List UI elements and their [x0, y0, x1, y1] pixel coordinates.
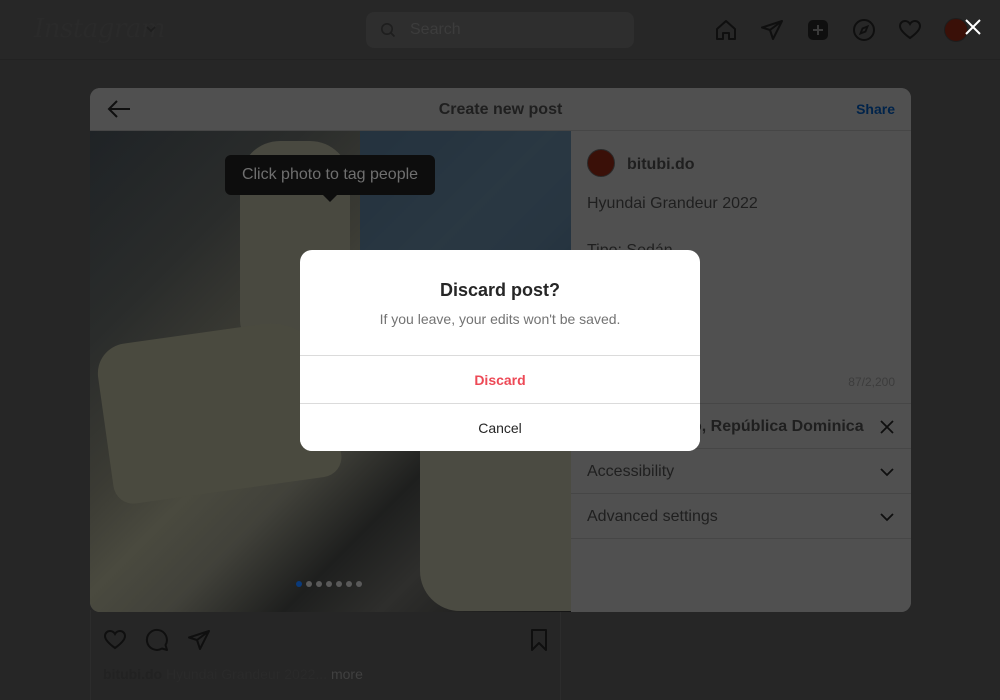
- like-icon[interactable]: [103, 628, 127, 652]
- advanced-settings-row[interactable]: Advanced settings: [571, 494, 911, 539]
- post-caption-text: Hyundai Grandeur 2022...: [165, 666, 328, 682]
- user-avatar: [587, 149, 615, 177]
- post-caption: bitubi.do Hyundai Grandeur 2022... more: [103, 666, 363, 682]
- carousel-dots: [296, 574, 366, 587]
- save-icon[interactable]: [527, 628, 551, 652]
- advanced-settings-label: Advanced settings: [587, 508, 718, 525]
- carousel-dot: [306, 581, 312, 587]
- username: bitubi.do: [627, 156, 695, 173]
- share-icon[interactable]: [187, 628, 211, 652]
- comment-icon[interactable]: [145, 628, 169, 652]
- accessibility-label: Accessibility: [587, 463, 675, 480]
- caption-line[interactable]: Hyundai Grandeur 2022: [587, 195, 758, 213]
- cancel-button[interactable]: Cancel: [300, 403, 700, 451]
- carousel-dot: [296, 581, 302, 587]
- chevron-down-icon[interactable]: [144, 22, 158, 36]
- carousel-dot: [336, 581, 342, 587]
- discard-dialog: Discard post? If you leave, your edits w…: [300, 250, 700, 451]
- modal-header: Create new post Share: [90, 88, 911, 131]
- feed-post: bitubi.do Hyundai Grandeur 2022... more: [90, 610, 561, 700]
- carousel-dot: [346, 581, 352, 587]
- remove-location-icon[interactable]: [879, 419, 895, 435]
- chevron-down-icon: [880, 468, 894, 477]
- character-counter: 87/2,200: [848, 375, 895, 389]
- modal-title: Create new post: [438, 101, 563, 118]
- explore-icon[interactable]: [852, 18, 876, 42]
- carousel-dot: [356, 581, 362, 587]
- top-nav: Instagram Search: [0, 0, 1000, 60]
- carousel-dot: [316, 581, 322, 587]
- discard-button[interactable]: Discard: [300, 355, 700, 403]
- dialog-subtitle: If you leave, your edits won't be saved.: [379, 311, 621, 327]
- tag-people-tooltip: Click photo to tag people: [225, 155, 435, 202]
- share-button[interactable]: Share: [856, 101, 895, 117]
- post-username[interactable]: bitubi.do: [103, 666, 162, 682]
- direct-messages-icon[interactable]: [760, 18, 784, 42]
- location-text: o, República Dominica: [692, 418, 864, 435]
- heart-icon[interactable]: [898, 18, 922, 42]
- search-icon: [381, 23, 396, 38]
- home-icon[interactable]: [714, 18, 738, 42]
- close-icon[interactable]: [963, 17, 983, 37]
- accessibility-row[interactable]: Accessibility: [571, 449, 911, 494]
- chevron-down-icon: [880, 513, 894, 522]
- search-placeholder: Search: [410, 21, 461, 38]
- dialog-title: Discard post?: [439, 280, 561, 300]
- new-post-icon[interactable]: [806, 18, 830, 42]
- search-input[interactable]: Search: [366, 12, 634, 48]
- more-link[interactable]: more: [331, 666, 363, 682]
- carousel-dot: [326, 581, 332, 587]
